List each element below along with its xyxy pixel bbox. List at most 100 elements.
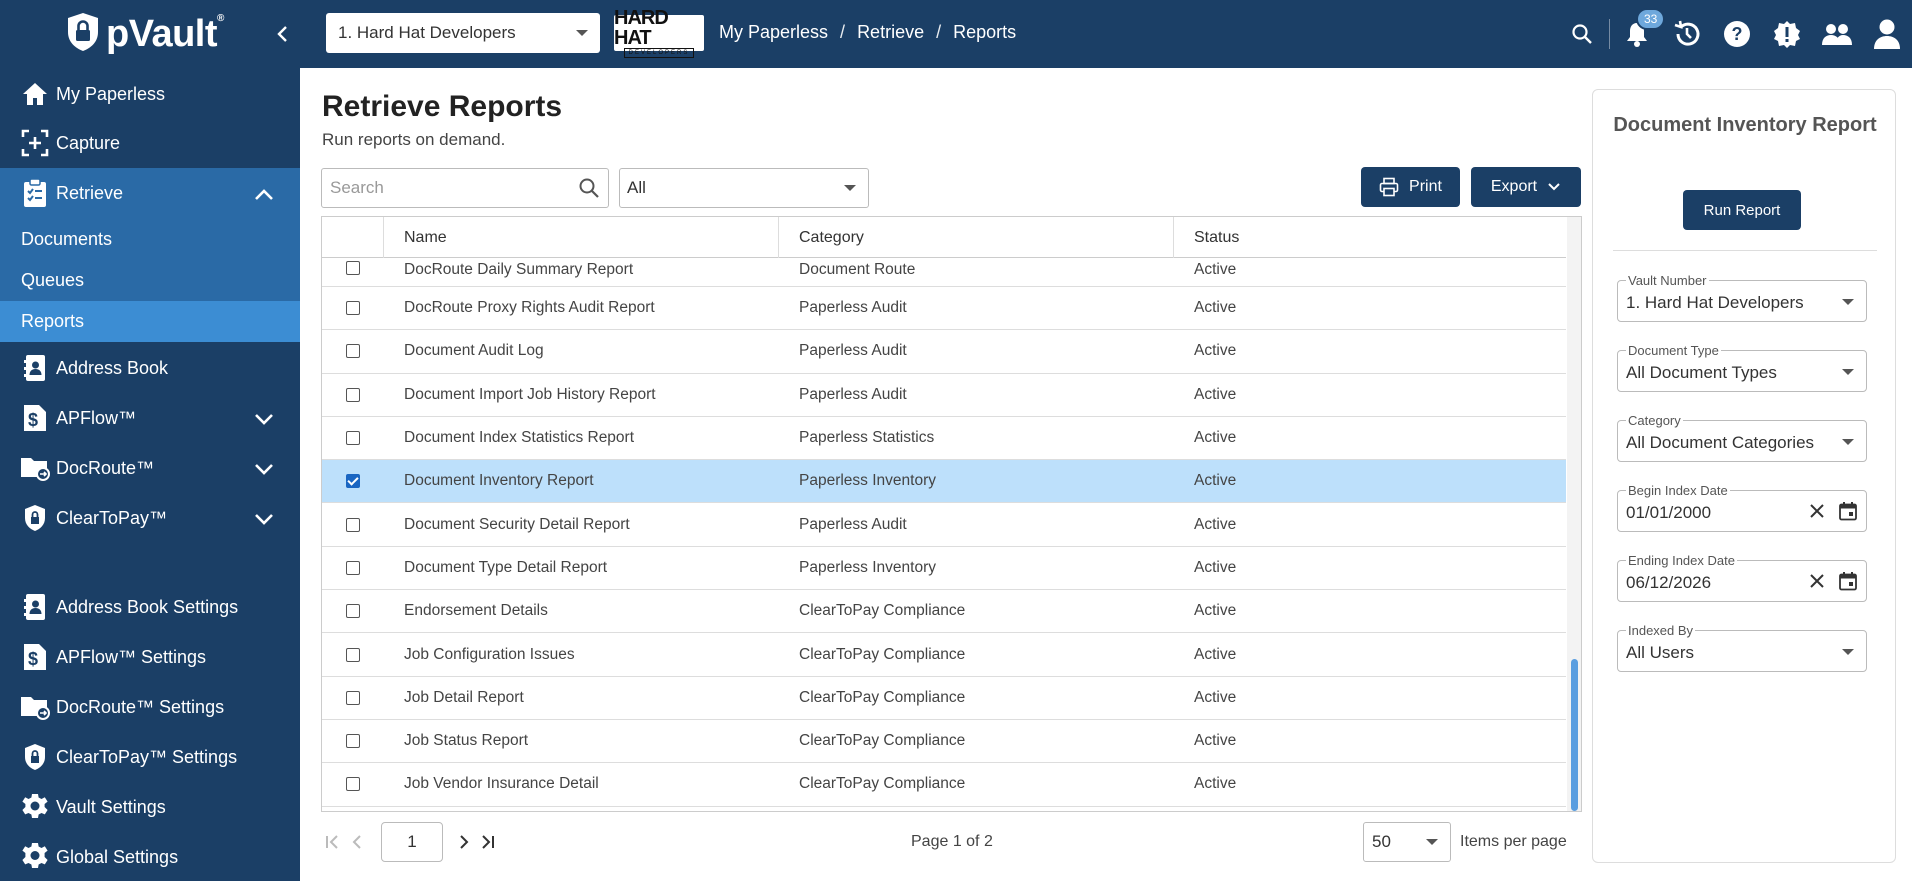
cell-status: Active [1194,732,1237,750]
search-icon[interactable] [578,177,600,199]
users-button[interactable] [1812,0,1862,68]
sidebar-item-address-book-settings[interactable]: Address Book Settings [0,583,300,631]
table-scrollbar[interactable] [1567,217,1581,811]
category-filter-select[interactable]: All [619,168,869,208]
reports-table: Name Category Status DocRoute Daily Summ… [321,216,1582,812]
export-button[interactable]: Export [1471,167,1581,207]
account-button[interactable] [1862,0,1912,68]
table-row[interactable]: Job Status Report ClearToPay Compliance Ac… [322,720,1566,764]
table-row[interactable]: Job Configuration Issues ClearToPay Compl… [322,633,1566,677]
sidebar-item-docroute-settings[interactable]: DocRoute™ Settings [0,683,300,731]
table-row[interactable]: DocRoute Daily Summary Report Document Ro… [322,258,1566,287]
row-checkbox[interactable] [346,560,360,575]
sidebar-item-address-book[interactable]: Address Book [0,344,300,392]
row-checkbox[interactable] [346,647,360,662]
capture-icon [20,128,50,158]
calendar-icon[interactable] [1838,501,1858,525]
indexed-by-field[interactable]: Indexed By All Users [1617,623,1867,672]
clear-date-icon[interactable] [1808,502,1826,524]
table-row[interactable]: Document Type Detail Report Paperless Inv… [322,547,1566,591]
row-checkbox[interactable] [346,301,360,316]
sidebar-item-cleartopay[interactable]: ClearToPay™ [0,494,300,542]
collapse-sidebar-button[interactable] [270,20,294,48]
cell-status: Active [1194,558,1237,576]
cell-name: Document Inventory Report [404,472,594,490]
help-icon: ? [1724,21,1750,47]
table-row[interactable]: Document Audit Log Paperless Audit Active [322,330,1566,374]
row-checkbox[interactable] [346,690,360,705]
sidebar-item-retrieve[interactable]: Retrieve [0,168,300,218]
sidebar-item-apflow-settings[interactable]: $ APFlow™ Settings [0,633,300,681]
row-checkbox[interactable] [346,734,360,749]
cell-name: DocRoute Daily Summary Report [404,261,634,278]
column-header-status[interactable]: Status [1174,217,1566,258]
sidebar-item-vault-settings[interactable]: Vault Settings [0,783,300,831]
row-checkbox[interactable] [346,431,360,446]
document-type-field[interactable]: Document Type All Document Types [1617,343,1867,392]
sidebar-item-label: APFlow™ [56,407,137,428]
row-checkbox[interactable] [346,604,360,619]
items-per-page-select[interactable]: 50 [1363,822,1451,862]
field-label: Begin Index Date [1626,483,1730,498]
begin-index-date-field[interactable]: Begin Index Date 01/01/2000 [1617,483,1867,532]
row-checkbox[interactable] [346,517,360,532]
chevron-down-icon [254,460,274,481]
vault-select[interactable]: 1. Hard Hat Developers [326,13,600,53]
sidebar-item-capture[interactable]: Capture [0,119,300,167]
notifications-button[interactable]: 33 [1612,0,1666,68]
breadcrumb-my-paperless[interactable]: My Paperless [719,22,828,43]
previous-page-button[interactable] [345,830,369,854]
first-page-button[interactable] [321,830,345,854]
chevron-down-icon [1548,183,1560,191]
scrollbar-thumb[interactable] [1571,659,1578,811]
alert-button[interactable] [1762,0,1812,68]
row-checkbox[interactable] [346,261,360,275]
calendar-icon[interactable] [1838,571,1858,595]
table-row[interactable]: Document Security Detail Report Paperless… [322,503,1566,547]
cell-category: Paperless Inventory [799,472,936,490]
table-row[interactable]: Document Inventory Report Paperless Inven… [322,460,1566,504]
next-page-button[interactable] [452,830,476,854]
shield-lock-icon [20,742,50,772]
table-row[interactable]: Job Vendor Insurance Detail ClearToPay Co… [322,763,1566,807]
row-checkbox[interactable] [346,387,360,402]
table-row[interactable]: Document Import Job History Report Paperl… [322,374,1566,417]
row-checkbox-cell [322,387,384,402]
sidebar-sub-queues[interactable]: Queues [0,260,300,301]
last-page-button[interactable] [476,830,500,854]
chevron-up-icon [254,185,274,206]
sidebar-sub-reports[interactable]: Reports [0,301,300,342]
table-row[interactable]: Job Detail Report ClearToPay Compliance Ac… [322,677,1566,720]
clear-date-icon[interactable] [1808,572,1826,594]
print-button[interactable]: Print [1361,167,1460,207]
sidebar-item-apflow[interactable]: $ APFlow™ [0,394,300,442]
sidebar-sub-documents[interactable]: Documents [0,219,300,259]
table-row[interactable]: Document Index Statistics Report Paperles… [322,417,1566,461]
help-button[interactable]: ? [1712,0,1762,68]
table-row[interactable]: Endorsement Details ClearToPay Compliance… [322,590,1566,634]
vault-number-field[interactable]: Vault Number 1. Hard Hat Developers [1617,273,1867,322]
search-input[interactable] [330,178,560,198]
history-button[interactable] [1662,0,1712,68]
breadcrumb-retrieve[interactable]: Retrieve [857,22,924,43]
sidebar-item-docroute[interactable]: DocRoute™ [0,444,300,492]
column-header-name[interactable]: Name [384,217,779,258]
page-title: Retrieve Reports [322,90,563,123]
sidebar-item-label: APFlow™ Settings [56,646,207,667]
row-checkbox[interactable] [346,474,360,489]
row-checkbox[interactable] [346,777,360,792]
table-row[interactable]: DocRoute Proxy Rights Audit Report Paperl… [322,287,1566,331]
sidebar-item-my-paperless[interactable]: My Paperless [0,70,300,118]
search-button[interactable] [1557,0,1607,68]
page-number-input[interactable]: 1 [381,822,443,862]
address-book-icon [20,592,50,622]
app-logo[interactable]: pVault® [66,12,224,56]
category-field[interactable]: Category All Document Categories [1617,413,1867,462]
top-bar: pVault® 1. Hard Hat Developers HARD HAT … [0,0,1912,68]
column-header-category[interactable]: Category [779,217,1174,258]
run-report-button[interactable]: Run Report [1683,190,1801,230]
ending-index-date-field[interactable]: Ending Index Date 06/12/2026 [1617,553,1867,602]
sidebar-item-cleartopay-settings[interactable]: ClearToPay™ Settings [0,733,300,781]
row-checkbox[interactable] [346,344,360,359]
sidebar-item-global-settings[interactable]: Global Settings [0,833,300,881]
